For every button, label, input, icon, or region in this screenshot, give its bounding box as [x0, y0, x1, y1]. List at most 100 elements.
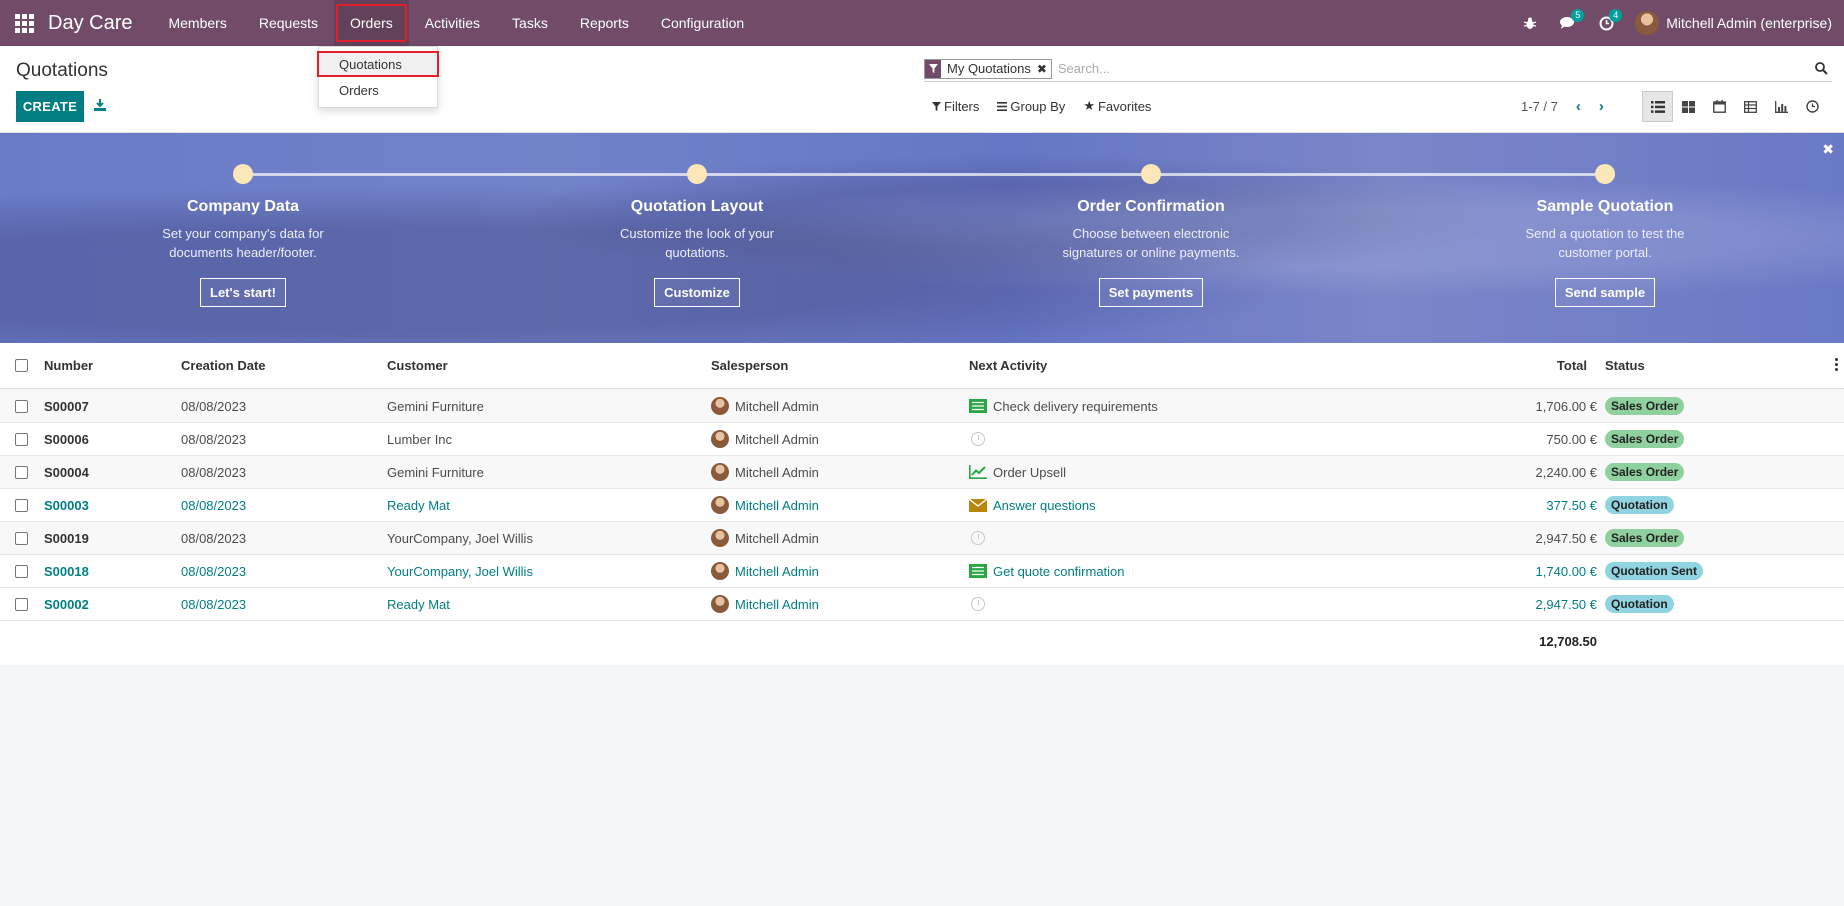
status-badge: Quotation [1605, 595, 1674, 613]
activities-clock-icon[interactable]: 4 [1587, 0, 1625, 46]
status-badge: Sales Order [1605, 397, 1685, 415]
favorites-toggle[interactable]: ★ Favorites [1083, 98, 1151, 114]
row-number: S00006 [44, 431, 89, 447]
row-creation-date: 08/08/2023 [181, 530, 247, 546]
todo-list-activity-icon[interactable] [969, 398, 987, 414]
status-badge: Quotation [1605, 496, 1674, 514]
table-row[interactable]: S00002 08/08/2023 Ready Mat Mitchell Adm… [0, 588, 1844, 621]
pager-value[interactable]: 1-7 / 7 [1521, 99, 1558, 114]
table-row[interactable]: S00003 08/08/2023 Ready Mat Mitchell Adm… [0, 489, 1844, 522]
column-header-total[interactable]: Total [1500, 343, 1587, 388]
row-number: S00003 [44, 497, 89, 513]
nav-members[interactable]: Members [152, 0, 242, 46]
schedule-activity-clock-icon[interactable] [971, 531, 985, 545]
row-number: S00004 [44, 464, 89, 480]
messages-icon[interactable]: 5 [1549, 0, 1587, 46]
table-row[interactable]: S00004 08/08/2023 Gemini Furniture Mitch… [0, 456, 1844, 489]
app-brand[interactable]: Day Care [48, 12, 152, 35]
upsell-chart-activity-icon[interactable] [969, 464, 987, 480]
step-description: Choose between electronic signatures or … [1062, 226, 1240, 260]
step-dot [233, 164, 253, 184]
nav-tasks[interactable]: Tasks [496, 0, 564, 46]
status-badge: Sales Order [1605, 529, 1685, 547]
onboarding-step-sample-quotation: Sample Quotation Send a quotation to tes… [1455, 164, 1755, 307]
table-row[interactable]: S00006 08/08/2023 Lumber Inc Mitchell Ad… [0, 423, 1844, 456]
optional-columns-icon[interactable] [1835, 358, 1838, 371]
step-description: Set your company's data for documents he… [162, 226, 324, 260]
search-input[interactable] [1057, 61, 1810, 76]
row-checkbox[interactable] [15, 432, 28, 446]
lets-start-button[interactable]: Let's start! [200, 278, 286, 307]
row-checkbox[interactable] [15, 564, 28, 578]
onboarding-step-quotation-layout: Quotation Layout Customize the look of y… [547, 164, 847, 307]
graph-view-icon[interactable] [1766, 91, 1797, 122]
todo-list-activity-icon[interactable] [969, 563, 987, 579]
user-menu[interactable]: Mitchell Admin (enterprise) [1625, 11, 1844, 35]
download-icon[interactable] [93, 98, 107, 114]
column-header-status[interactable]: Status [1605, 343, 1645, 388]
row-next-activity: Answer questions [993, 497, 1096, 513]
pivot-view-icon[interactable] [1735, 91, 1766, 122]
column-header-creation-date[interactable]: Creation Date [181, 343, 266, 388]
row-checkbox[interactable] [15, 498, 28, 512]
debug-bug-icon[interactable] [1511, 0, 1549, 46]
salesperson-avatar [711, 529, 729, 547]
row-checkbox[interactable] [15, 399, 28, 413]
favorites-label: Favorites [1097, 98, 1152, 114]
create-button[interactable]: CREATE [16, 91, 84, 122]
apps-menu-icon[interactable] [0, 0, 48, 46]
envelope-activity-icon[interactable] [969, 497, 987, 513]
schedule-activity-clock-icon[interactable] [971, 432, 985, 446]
row-creation-date: 08/08/2023 [181, 563, 247, 579]
dropdown-item-orders[interactable]: Orders [319, 77, 437, 103]
table-header: Number Creation Date Customer Salesperso… [0, 343, 1844, 389]
table-row[interactable]: S00018 08/08/2023 YourCompany, Joel Will… [0, 555, 1844, 588]
column-header-next-activity[interactable]: Next Activity [969, 343, 1047, 388]
dropdown-item-quotations[interactable]: Quotations [317, 51, 439, 77]
page-title: Quotations [16, 60, 108, 81]
nav-reports[interactable]: Reports [564, 0, 645, 46]
column-header-salesperson[interactable]: Salesperson [711, 343, 788, 388]
row-total: 1,706.00 € [1535, 398, 1597, 414]
row-checkbox[interactable] [15, 465, 28, 479]
pager-previous-icon[interactable]: ‹ [1576, 98, 1581, 115]
facet-remove-icon[interactable]: ✖ [1037, 62, 1051, 76]
step-title: Order Confirmation [1077, 198, 1225, 215]
select-all-checkbox[interactable] [15, 359, 28, 372]
table-row[interactable]: S00007 08/08/2023 Gemini Furniture Mitch… [0, 390, 1844, 423]
banner-close-icon[interactable]: ✖ [1822, 141, 1834, 158]
set-payments-button[interactable]: Set payments [1098, 278, 1204, 307]
nav-configuration[interactable]: Configuration [645, 0, 760, 46]
activity-view-icon[interactable] [1797, 91, 1828, 122]
row-checkbox[interactable] [15, 597, 28, 611]
step-description: Send a quotation to test the customer po… [1525, 226, 1685, 260]
row-total: 750.00 € [1546, 431, 1597, 447]
kanban-view-icon[interactable] [1673, 91, 1704, 122]
nav-activities[interactable]: Activities [409, 0, 496, 46]
salesperson-avatar [711, 496, 729, 514]
step-title: Company Data [186, 198, 300, 215]
schedule-activity-clock-icon[interactable] [971, 597, 985, 611]
column-header-number[interactable]: Number [44, 343, 93, 388]
nav-requests[interactable]: Requests [243, 0, 334, 46]
filters-toggle[interactable]: Filters [932, 98, 979, 114]
row-customer: Lumber Inc [387, 431, 453, 447]
row-checkbox[interactable] [15, 531, 28, 545]
column-header-customer[interactable]: Customer [387, 343, 448, 388]
nav-orders[interactable]: Orders [334, 0, 409, 46]
row-customer: Gemini Furniture [387, 398, 484, 414]
group-by-toggle[interactable]: Group By [997, 98, 1065, 114]
calendar-view-icon[interactable] [1704, 91, 1735, 122]
top-navbar: Day Care Members Requests Orders Activit… [0, 0, 1844, 46]
status-badge: Quotation Sent [1605, 562, 1703, 580]
step-description: Customize the look of your quotations. [620, 226, 774, 260]
step-dot [687, 164, 707, 184]
search-icon[interactable] [1810, 58, 1832, 80]
table-row[interactable]: S00019 08/08/2023 YourCompany, Joel Will… [0, 522, 1844, 555]
customize-button[interactable]: Customize [654, 278, 740, 307]
list-view-icon[interactable] [1642, 91, 1673, 122]
send-sample-button[interactable]: Send sample [1554, 278, 1656, 307]
pager-next-icon[interactable]: › [1599, 98, 1604, 115]
onboarding-progress-line [243, 173, 1605, 176]
row-customer: Gemini Furniture [387, 464, 484, 480]
